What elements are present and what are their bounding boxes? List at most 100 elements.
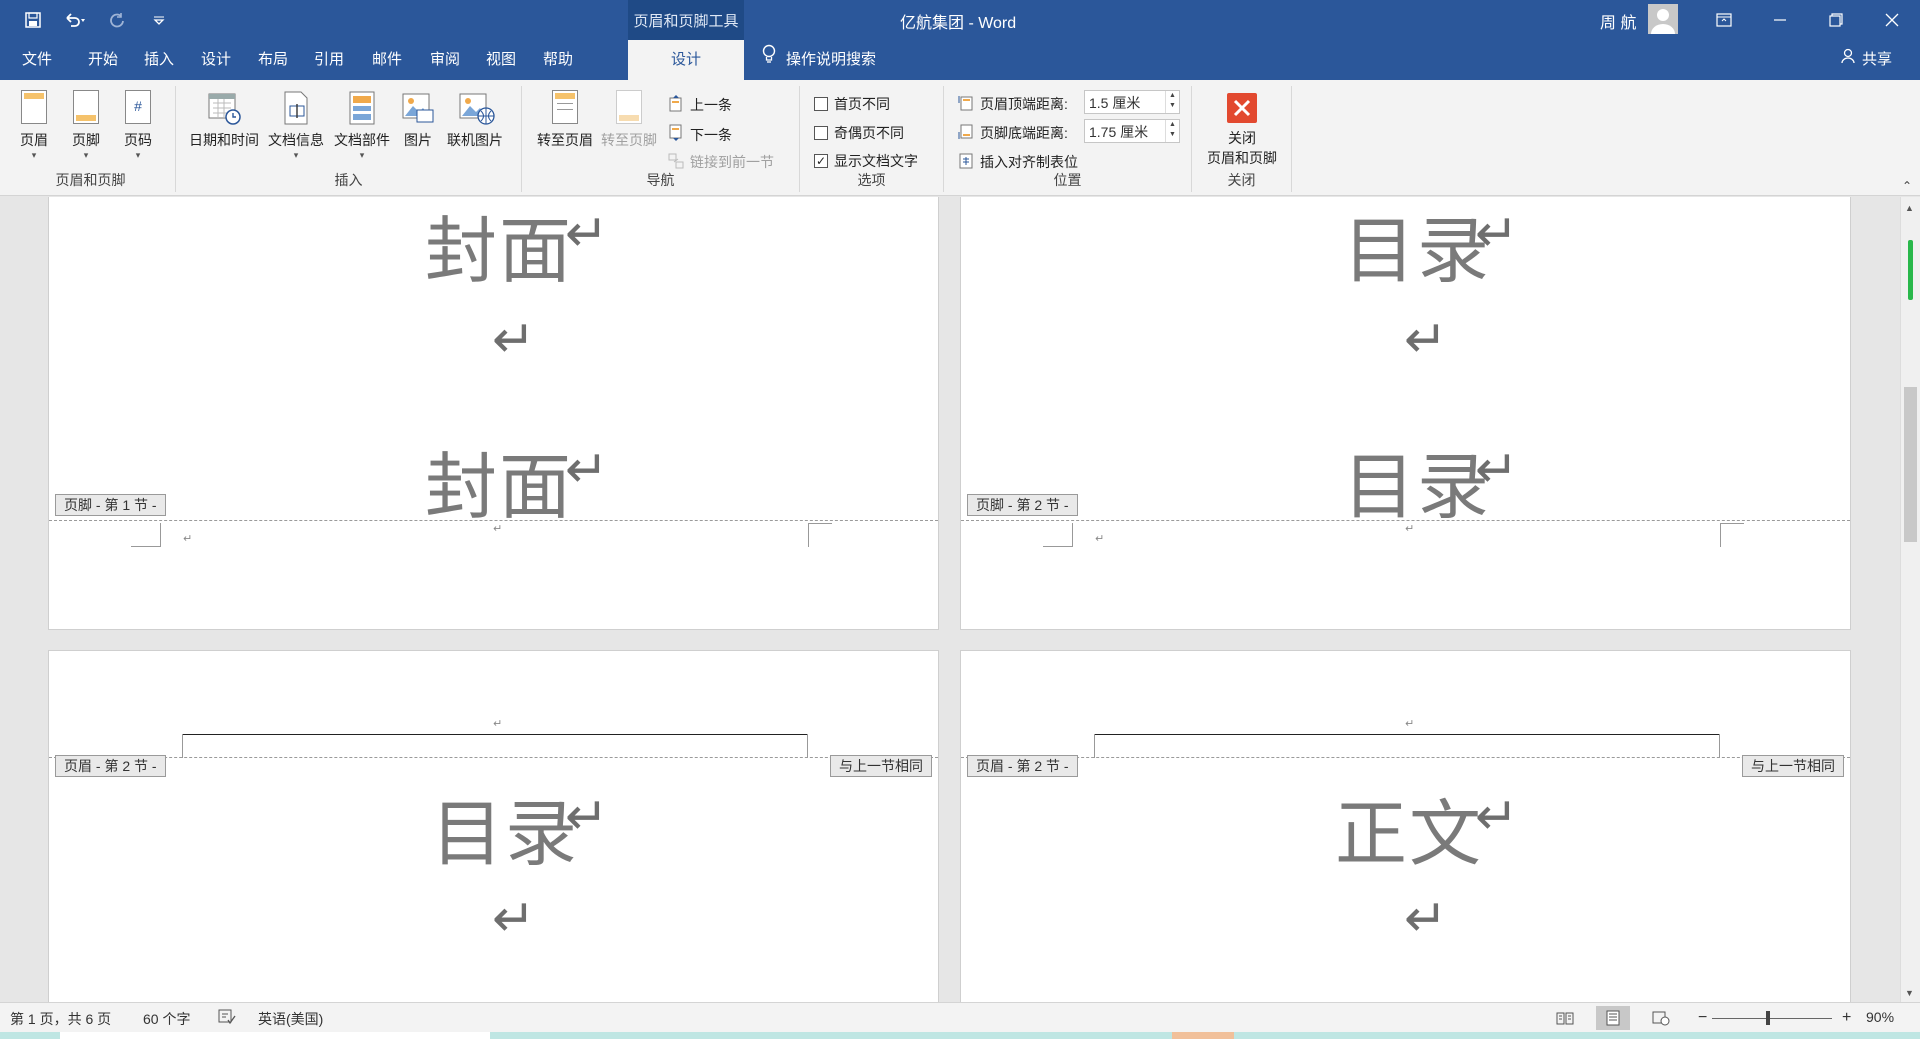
proofing-icon[interactable]	[218, 1009, 236, 1028]
undo-icon[interactable]	[60, 6, 90, 34]
footer-boundary	[49, 520, 938, 521]
vertical-scrollbar[interactable]: ▲ ▼	[1900, 197, 1920, 1002]
footer-from-bottom-value: 1.75 厘米	[1089, 124, 1149, 140]
tab-insert[interactable]: 插入	[144, 40, 174, 80]
date-time-label: 日期和时间	[189, 132, 259, 148]
paragraph-mark: ↵	[1404, 889, 1448, 949]
tell-me-search[interactable]: 操作说明搜索	[762, 40, 876, 80]
chevron-down-icon: ▾	[359, 150, 365, 160]
date-time-button[interactable]: 日期和时间	[186, 90, 262, 150]
collapse-ribbon-icon[interactable]: ⌃	[1902, 179, 1912, 193]
restore-icon[interactable]	[1808, 0, 1864, 40]
tab-header-footer-design[interactable]: 设计	[628, 40, 744, 80]
word-count[interactable]: 60 个字	[143, 1009, 190, 1029]
language[interactable]: 英语(美国)	[258, 1009, 323, 1029]
print-layout-icon[interactable]	[1596, 1006, 1630, 1030]
chevron-down-icon: ▾	[83, 150, 89, 160]
scroll-position-indicator	[1908, 240, 1913, 300]
header-border-line	[182, 734, 807, 735]
scrollbar-thumb[interactable]	[1904, 387, 1917, 542]
different-first-page-checkbox[interactable]: 首页不同	[814, 94, 890, 114]
different-first-page-label: 首页不同	[834, 96, 890, 112]
spinner-arrows-icon[interactable]: ▲ ▼	[1165, 120, 1179, 142]
page-3[interactable]: ↵ 页眉 - 第 2 节 - 与上一节相同 目录 ↵ ↵	[48, 650, 939, 1002]
tab-mailings[interactable]: 邮件	[372, 40, 402, 80]
link-icon	[668, 153, 684, 172]
cursor-paragraph-mark[interactable]: ↵	[1405, 522, 1414, 535]
goto-header-icon	[548, 90, 582, 126]
same-as-previous-tag: 与上一节相同	[830, 755, 932, 777]
header-paragraph-mark[interactable]: ↵	[1405, 717, 1414, 730]
save-icon[interactable]	[18, 6, 48, 34]
online-pictures-button[interactable]: 联机图片	[442, 90, 508, 150]
header-border-line	[1094, 734, 1719, 735]
spinner-arrows-icon[interactable]: ▲ ▼	[1165, 91, 1179, 113]
different-odd-even-label: 奇偶页不同	[834, 125, 904, 141]
tab-layout[interactable]: 布局	[258, 40, 288, 80]
margin-corner	[182, 734, 183, 758]
tab-design-doc[interactable]: 设计	[201, 40, 231, 80]
goto-footer-button[interactable]: 转至页脚	[598, 90, 660, 150]
footer-section-tag: 页脚 - 第 2 节 -	[967, 494, 1078, 516]
page-1[interactable]: 封面 ↵ ↵ 封面 ↵ 页脚 - 第 1 节 - ↵ ↵	[48, 197, 939, 630]
close-icon[interactable]	[1864, 0, 1920, 40]
document-info-button[interactable]: 文档信息 ▾	[264, 90, 328, 160]
chevron-down-icon: ▾	[31, 150, 37, 160]
tab-file[interactable]: 文件	[22, 40, 52, 80]
margin-corner	[808, 523, 832, 547]
user-name[interactable]: 周 航	[1600, 9, 1636, 33]
insert-alignment-tab-button[interactable]: 插入对齐制表位	[958, 152, 1078, 172]
paragraph-mark-small: ↵	[1095, 533, 1105, 545]
next-button[interactable]: 下一条	[668, 124, 732, 145]
tab-help[interactable]: 帮助	[543, 40, 573, 80]
tab-review[interactable]: 审阅	[430, 40, 460, 80]
ribbon-display-options-icon[interactable]	[1696, 0, 1752, 40]
scroll-down-icon[interactable]: ▼	[1905, 988, 1914, 998]
document-area[interactable]: 封面 ↵ ↵ 封面 ↵ 页脚 - 第 1 节 - ↵ ↵ 目录 ↵ ↵ 目录 ↵…	[0, 197, 1900, 1002]
scroll-up-icon[interactable]: ▲	[1905, 203, 1914, 213]
quick-parts-button[interactable]: 文档部件 ▾	[330, 90, 394, 160]
header-from-top-spinner[interactable]: 1.5 厘米 ▲ ▼	[1084, 90, 1180, 114]
group-options: 首页不同 奇偶页不同 ✓ 显示文档文字 选项	[800, 86, 944, 192]
document-info-label: 文档信息	[268, 132, 324, 148]
redo-icon[interactable]	[102, 6, 132, 34]
header-paragraph-mark[interactable]: ↵	[493, 717, 502, 730]
zoom-slider[interactable]	[1712, 1018, 1832, 1019]
previous-button[interactable]: 上一条	[668, 94, 732, 115]
web-layout-icon[interactable]	[1644, 1006, 1678, 1030]
page-4[interactable]: ↵ 页眉 - 第 2 节 - 与上一节相同 正文 ↵ ↵	[960, 650, 1851, 1002]
page-number-button[interactable]: # 页码 ▾	[118, 90, 158, 160]
customize-qat-icon[interactable]	[144, 6, 174, 34]
avatar[interactable]	[1648, 4, 1678, 34]
header-icon	[17, 90, 51, 126]
pictures-button[interactable]: 图片	[398, 90, 438, 150]
cursor-paragraph-mark[interactable]: ↵	[493, 522, 502, 535]
show-document-text-checkbox[interactable]: ✓ 显示文档文字	[814, 151, 918, 171]
read-mode-icon[interactable]	[1548, 1006, 1582, 1030]
group-label: 位置	[1053, 172, 1082, 188]
page-count[interactable]: 第 1 页，共 6 页	[10, 1009, 111, 1029]
zoom-level[interactable]: 90%	[1866, 1009, 1894, 1025]
minimize-icon[interactable]	[1752, 0, 1808, 40]
close-header-footer-button[interactable]: 关闭 页眉和页脚	[1200, 90, 1284, 168]
footer-button[interactable]: 页脚 ▾	[66, 90, 106, 160]
zoom-slider-thumb[interactable]	[1766, 1011, 1770, 1025]
document-info-icon	[279, 90, 313, 126]
tab-home[interactable]: 开始	[88, 40, 118, 80]
page-2[interactable]: 目录 ↵ ↵ 目录 ↵ 页脚 - 第 2 节 - ↵ ↵	[960, 197, 1851, 630]
zoom-in-icon[interactable]: +	[1842, 1009, 1851, 1027]
different-odd-even-checkbox[interactable]: 奇偶页不同	[814, 123, 904, 143]
goto-header-button[interactable]: 转至页眉	[534, 90, 596, 150]
quick-parts-icon	[345, 90, 379, 126]
paragraph-mark-small: ↵	[183, 533, 193, 545]
zoom-out-icon[interactable]: −	[1698, 1009, 1707, 1027]
footer-from-bottom-spinner[interactable]: 1.75 厘米 ▲ ▼	[1084, 119, 1180, 143]
header-button[interactable]: 页眉 ▾	[14, 90, 54, 160]
share-button[interactable]: 共享	[1840, 40, 1892, 80]
page-heading: 目录	[431, 792, 580, 876]
link-to-previous-button[interactable]: 链接到前一节	[668, 152, 774, 172]
tab-view[interactable]: 视图	[486, 40, 516, 80]
tell-me-label: 操作说明搜索	[786, 51, 877, 68]
paragraph-mark: ↵	[565, 440, 609, 500]
tab-references[interactable]: 引用	[314, 40, 344, 80]
